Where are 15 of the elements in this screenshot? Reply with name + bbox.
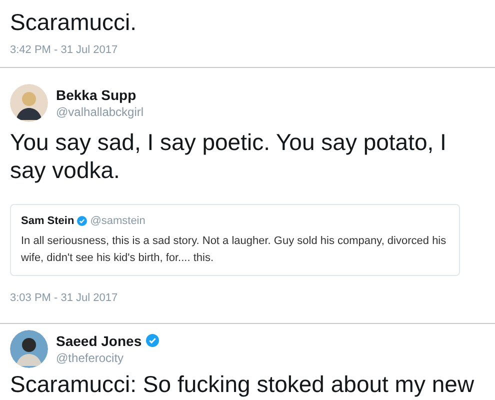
quoted-author-handle: @samstein [90,214,146,229]
author-name[interactable]: Bekka Supp [56,86,136,104]
quoted-author-name: Sam Stein [21,214,74,229]
tweet-text: Scaramucci. [10,8,138,36]
author-name[interactable]: Saeed Jones [56,332,142,350]
author-handle[interactable]: @valhallabckgirl [56,104,144,120]
tweet-text: Scaramucci: So fucking stoked about my new [10,370,476,398]
author-handle[interactable]: @theferocity [56,350,159,366]
quoted-tweet-card[interactable]: Sam Stein @samstein In all seriousness, this is a sad story. Not a laugher. Guy sold his company, divorced his wife, didn't see his kid's birth, for.... this. [10,204,460,276]
avatar[interactable] [10,330,48,368]
quoted-tweet-text: In all seriousness, this is a sad story. Not a laugher. Guy sold his company, divorced his wife, didn't see his kid's birth, for.... this. [21,234,448,266]
tweet-timestamp[interactable]: 3:42 PM - 31 Jul 2017 [10,44,118,56]
avatar[interactable] [10,84,48,122]
tweet-timestamp[interactable]: 3:03 PM - 31 Jul 2017 [10,292,118,304]
tweet-text: You say sad, I say poetic. You say potato, I say vodka. [10,128,448,184]
